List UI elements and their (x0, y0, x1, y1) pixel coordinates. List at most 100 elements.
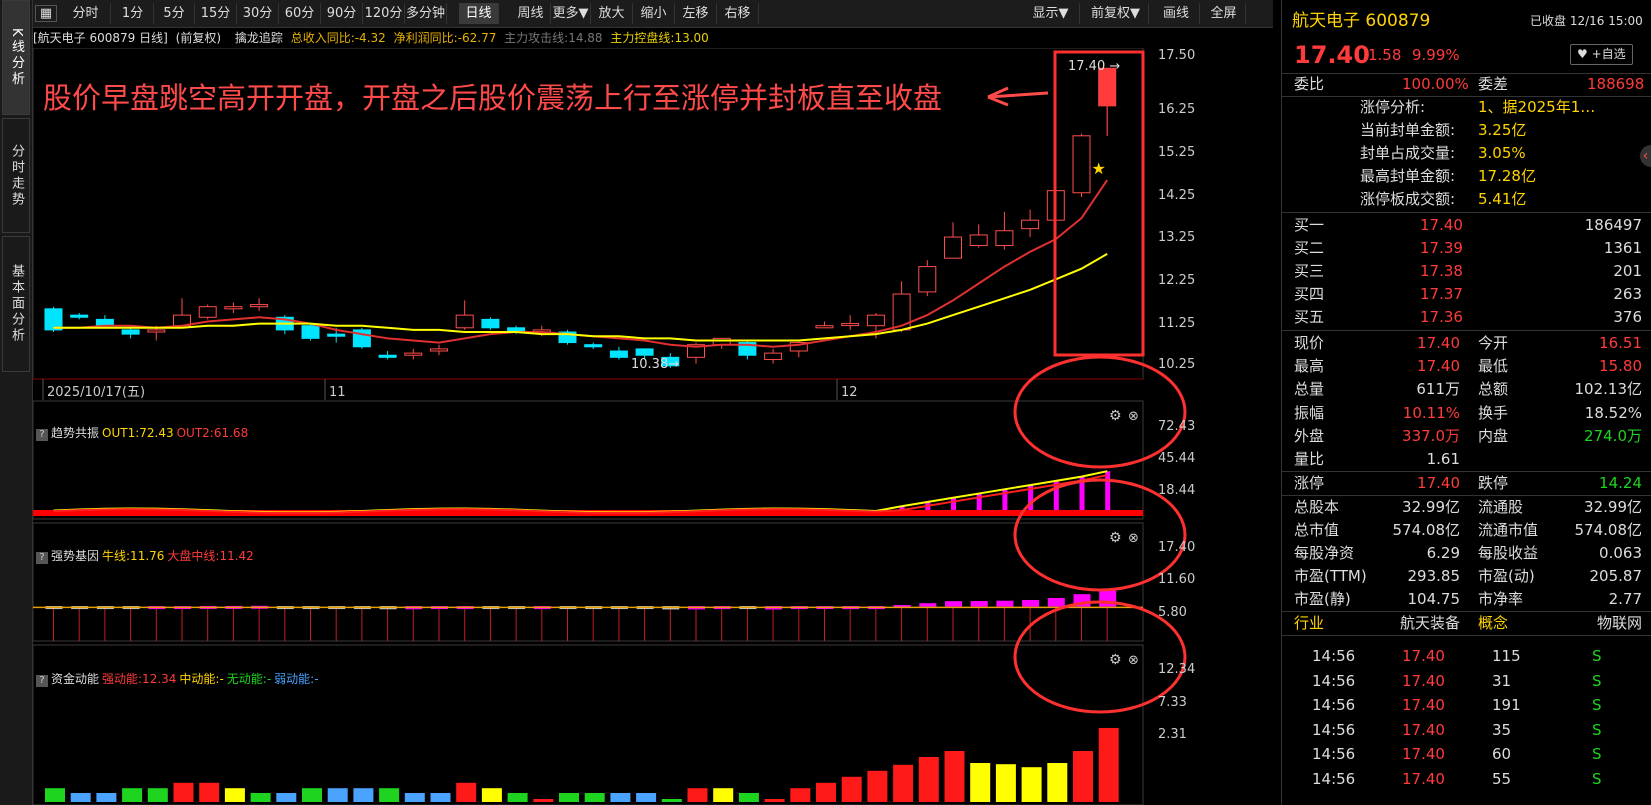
stat-row: 涨停 17.40 跌停 14.24 (1282, 472, 1651, 495)
toolbar-button-10[interactable]: 周线 (511, 3, 551, 24)
fund-bar (816, 782, 836, 802)
stat-value: 1.61 (1426, 450, 1460, 468)
panel2-title: ? 趋势共振 OUT1:72.43 OUT2:61.68 (33, 423, 251, 443)
industry-value[interactable]: 航天装备 (1400, 612, 1460, 635)
toolbar-button-9[interactable]: 日线 (459, 3, 499, 24)
toolbar-button-0[interactable]: 分时 (61, 3, 111, 24)
bid-row: 买二 17.39 1361 (1282, 237, 1651, 260)
gene-bar (945, 601, 962, 607)
weicha-label: 委差 (1478, 75, 1509, 93)
fund-bar (302, 788, 322, 802)
price-tick: 13.25 (1158, 230, 1196, 245)
help-icon[interactable]: ? (36, 675, 48, 687)
candle (455, 314, 474, 329)
limit-analysis-row: 最高封单金额: 17.28亿 (1282, 165, 1651, 188)
fund-bar (430, 793, 451, 802)
fund-bar (713, 788, 734, 802)
fund-bar (1047, 763, 1068, 802)
annotation-text: 股价早盘跳空高开开盘，开盘之后股价震荡上行至涨停并封板直至收盘 (43, 81, 942, 115)
tick-row: 14:56 17.40 55 S (1282, 768, 1651, 791)
zt-label: 封单占成交量: (1360, 144, 1456, 162)
stat-label: 跌停 (1478, 474, 1509, 492)
p3-tick: 11.60 (1158, 572, 1196, 587)
out1-line (53, 470, 1108, 514)
bid-row: 买五 17.36 376 (1282, 306, 1651, 329)
fund-bar (610, 793, 631, 802)
bid-price: 17.37 (1420, 285, 1463, 303)
stat-value: 10.11% (1402, 404, 1460, 422)
bid-volume: 376 (1613, 308, 1642, 326)
stat-label: 量比 (1294, 450, 1325, 468)
toolbar-button-19[interactable]: 全屏 (1202, 3, 1246, 24)
gene-bar (919, 603, 937, 607)
zt-value: 1、据2025年1… (1478, 98, 1596, 116)
stat-row: 总量 611万 总额 102.13亿 (1282, 378, 1651, 401)
fund-bar (841, 776, 862, 802)
gear-icon: ⚙ (1109, 530, 1122, 546)
bid-row: 买三 17.38 201 (1282, 260, 1651, 283)
candle (378, 354, 397, 358)
toolbar-button-13[interactable]: 缩小 (633, 3, 675, 24)
bid-label: 买一 (1294, 216, 1325, 234)
stat-value: 205.87 (1589, 567, 1643, 585)
stat-row: 外盘 337.0万 内盘 274.0万 (1282, 425, 1651, 448)
gene-bar (1047, 597, 1065, 607)
tick-time: 14:56 (1312, 647, 1356, 665)
tick-price: 17.40 (1402, 720, 1445, 739)
toolbar-button-6[interactable]: 90分 (321, 3, 363, 24)
bid-label: 买三 (1294, 262, 1325, 280)
fund-bar (764, 799, 785, 802)
toolbar-button-17[interactable]: 前复权▼ (1083, 3, 1149, 24)
candle (892, 293, 911, 331)
tab-fundamentals[interactable]: 基本面分析 (2, 236, 30, 372)
stat-label: 总股本 (1294, 498, 1340, 516)
toolbar-button-12[interactable]: 放大 (591, 3, 633, 24)
toolbar-button-5[interactable]: 60分 (279, 3, 321, 24)
toolbar-button-18[interactable]: 画线 (1153, 3, 1200, 24)
toolbar-button-14[interactable]: 左移 (675, 3, 717, 24)
bid-price: 17.39 (1420, 239, 1463, 257)
high-label: 17.40 → (1068, 59, 1120, 74)
tab-intraday[interactable]: 分时走势 (2, 118, 30, 233)
stat-row: 最高 17.40 最低 15.80 (1282, 355, 1651, 378)
toolbar-button-15[interactable]: 右移 (717, 3, 759, 24)
p2-tick: 45.44 (1158, 451, 1196, 466)
concept-value[interactable]: 物联网 (1597, 612, 1642, 635)
help-icon[interactable]: ? (36, 429, 48, 441)
toolbar-button-16[interactable]: 显示▼ (1022, 3, 1080, 24)
stat-value: 17.40 (1417, 334, 1460, 352)
bid-row: 买四 17.37 263 (1282, 283, 1651, 306)
add-favorite-button[interactable]: ♥ +自选 (1570, 44, 1633, 65)
help-icon[interactable]: ? (36, 552, 48, 564)
indicator-name[interactable]: 擒龙追踪 (235, 31, 283, 45)
adj-label[interactable]: (前复权) (176, 31, 221, 45)
panel4-none: 无动能:- (226, 672, 272, 686)
out2-line (53, 474, 1108, 515)
toolbar-button-8[interactable]: 多分钟 (405, 3, 447, 24)
weibi-label: 委比 (1294, 75, 1325, 93)
candle (841, 323, 860, 327)
profit-yoy: 净利润同比:-62.77 (393, 31, 497, 45)
toolbar-button-7[interactable]: 120分 (363, 3, 405, 24)
toolbar-button-1[interactable]: 1分 (112, 3, 154, 24)
toolbar-button-3[interactable]: 15分 (195, 3, 237, 24)
panel-frame-1 (33, 400, 1144, 520)
price-tick: 10.25 (1158, 357, 1196, 372)
stat-row: 量比 1.61 (1282, 448, 1651, 471)
bid-volume: 263 (1613, 285, 1642, 303)
tick-row: 14:56 17.40 191 S (1282, 694, 1651, 717)
tick-time: 14:56 (1312, 745, 1356, 763)
date-label: 11 (329, 385, 346, 400)
fund-bar (481, 788, 502, 802)
candle (327, 333, 346, 337)
stat-value: 17.40 (1417, 474, 1460, 492)
toolbar-button-11[interactable]: 更多▼ (551, 3, 591, 24)
candle (481, 318, 500, 329)
stat-value: 611万 (1416, 380, 1460, 398)
tab-kline[interactable]: K线分析 (2, 0, 30, 115)
tick-side: S (1592, 720, 1602, 739)
toolbar-button-4[interactable]: 30分 (237, 3, 279, 24)
stat-row: 现价 17.40 今开 16.51 (1282, 332, 1651, 355)
toolbar-button-2[interactable]: 5分 (154, 3, 195, 24)
grid-icon[interactable]: ▦ (35, 5, 57, 22)
